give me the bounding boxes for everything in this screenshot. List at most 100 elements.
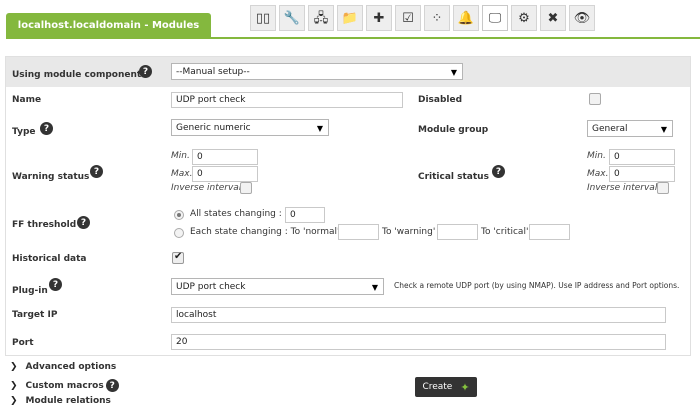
warning-max-label: Max.: [171, 169, 193, 179]
port-label: Port: [12, 338, 34, 348]
shapes-icon: ⁘: [431, 10, 443, 26]
header-divider: [6, 37, 700, 39]
module-group-value: General: [592, 124, 628, 134]
ff-threshold-label: FF threshold: [12, 220, 77, 230]
module-form: Using module component ? --Manual setup-…: [5, 56, 691, 356]
critical-inverse-checkbox[interactable]: [657, 182, 669, 194]
critical-status-label: Critical status: [418, 172, 489, 182]
module-component-label: Using module component: [12, 70, 142, 80]
toolbar-tools-button[interactable]: ✖: [540, 5, 566, 31]
toolbar-bell-button[interactable]: 🔔: [453, 5, 479, 31]
warning-status-label: Warning status: [12, 172, 90, 182]
type-value: Generic numeric: [176, 123, 251, 133]
chevron-down-icon: ▼: [450, 68, 457, 77]
bell-icon: 🔔: [457, 10, 475, 26]
critical-max-label: Max.: [587, 169, 609, 179]
ff-all-states-label: All states changing :: [190, 209, 282, 219]
toolbar-gear-box-button[interactable]: ⚙: [511, 5, 537, 31]
ff-critical-input[interactable]: [529, 224, 570, 240]
type-select[interactable]: Generic numeric ▼: [171, 119, 329, 136]
advanced-options-toggle[interactable]: ❯ Advanced options: [10, 362, 116, 372]
help-icon[interactable]: ?: [139, 65, 152, 78]
toolbar-manage-button[interactable]: ▯▯: [250, 5, 276, 31]
help-icon[interactable]: ?: [90, 165, 103, 178]
ff-to-critical-label: To 'critical': [481, 227, 529, 237]
ff-normal-input[interactable]: [338, 224, 379, 240]
module-relations-toggle[interactable]: ❯ Module relations: [10, 396, 111, 406]
target-ip-input[interactable]: localhost: [171, 307, 666, 323]
wrench-icon: 🔧: [283, 10, 301, 26]
toolbar-eye-button[interactable]: 👁: [569, 5, 595, 31]
warning-min-input[interactable]: 0: [192, 149, 258, 165]
module-relations-label: Module relations: [25, 396, 111, 406]
ff-all-states-input[interactable]: 0: [285, 207, 325, 223]
gear-box-icon: ⚙: [518, 10, 530, 26]
plugin-label: Plug-in: [12, 286, 48, 296]
module-component-value: --Manual setup--: [176, 67, 250, 77]
chevron-right-icon: ❯: [10, 362, 18, 372]
critical-min-input[interactable]: 0: [609, 149, 675, 165]
folder-icon: 📁: [341, 10, 359, 26]
custom-macros-label: Custom macros: [25, 380, 104, 391]
module-group-select[interactable]: General ▼: [587, 120, 673, 137]
tools-icon: ✖: [547, 10, 559, 26]
ff-warning-input[interactable]: [437, 224, 478, 240]
puzzle-icon: ✚: [373, 10, 385, 26]
chevron-down-icon: ▼: [660, 125, 667, 134]
target-ip-label: Target IP: [12, 310, 58, 320]
eye-icon: 👁: [573, 10, 591, 26]
checklist-icon: ☑: [402, 10, 414, 26]
toolbar-checklist-button[interactable]: ☑: [395, 5, 421, 31]
page-title-tab: localhost.localdomain - Modules: [6, 13, 211, 38]
ff-each-state-radio[interactable]: [174, 228, 184, 238]
wand-icon: ✦: [460, 380, 470, 394]
warning-max-input[interactable]: 0: [192, 166, 258, 182]
page-title: localhost.localdomain - Modules: [17, 20, 200, 31]
module-component-select[interactable]: --Manual setup-- ▼: [171, 63, 463, 80]
name-label: Name: [12, 95, 42, 105]
toolbar-folder-button[interactable]: 📁: [337, 5, 363, 31]
disabled-label: Disabled: [418, 95, 463, 105]
critical-max-input[interactable]: 0: [609, 166, 675, 182]
toolbar-network-button[interactable]: 🖧: [308, 5, 334, 31]
chevron-down-icon: ▼: [371, 283, 378, 292]
help-icon[interactable]: ?: [49, 278, 62, 291]
toolbar-monitor-button[interactable]: 🖵: [482, 5, 508, 31]
help-icon[interactable]: ?: [40, 122, 53, 135]
name-input[interactable]: UDP port check: [171, 92, 403, 108]
chevron-right-icon: ❯: [10, 380, 18, 391]
disabled-checkbox[interactable]: [589, 93, 601, 105]
type-label: Type: [12, 127, 36, 137]
historical-data-checkbox[interactable]: [172, 251, 184, 264]
toolbar-wrench-button[interactable]: 🔧: [279, 5, 305, 31]
port-input[interactable]: 20: [171, 334, 666, 350]
custom-macros-toggle[interactable]: ❯ Custom macros ?: [10, 379, 119, 392]
network-icon: 🖧: [313, 10, 329, 26]
critical-inverse-label: Inverse interval: [587, 183, 658, 193]
ff-to-warning-label: To 'warning': [382, 227, 436, 237]
ff-all-states-radio[interactable]: [174, 210, 184, 220]
toolbar-shapes-button[interactable]: ⁘: [424, 5, 450, 31]
historical-data-label: Historical data: [12, 254, 87, 264]
help-icon[interactable]: ?: [77, 216, 90, 229]
create-button[interactable]: Create ✦: [415, 377, 477, 397]
module-group-label: Module group: [418, 125, 489, 135]
warning-inverse-checkbox[interactable]: [240, 182, 252, 194]
warning-inverse-label: Inverse interval: [171, 183, 242, 193]
help-icon[interactable]: ?: [105, 379, 119, 392]
chevron-down-icon: ▼: [316, 124, 323, 133]
advanced-options-label: Advanced options: [25, 362, 117, 372]
manage-icon: ▯▯: [255, 10, 271, 26]
plugin-select[interactable]: UDP port check ▼: [171, 278, 384, 295]
warning-min-label: Min.: [171, 151, 190, 161]
help-icon[interactable]: ?: [492, 165, 505, 178]
chevron-right-icon: ❯: [10, 396, 18, 406]
module-toolbar: ▯▯ 🔧 🖧 📁 ✚ ☑ ⁘ 🔔 🖵 ⚙ ✖ 👁: [250, 5, 595, 31]
critical-min-label: Min.: [587, 151, 606, 161]
monitor-icon: 🖵: [488, 10, 502, 26]
ff-each-state-label: Each state changing : To 'normal': [190, 227, 340, 237]
create-button-label: Create: [422, 382, 453, 392]
plugin-value: UDP port check: [176, 282, 246, 292]
toolbar-puzzle-button[interactable]: ✚: [366, 5, 392, 31]
plugin-description: Check a remote UDP port (by using NMAP).…: [394, 281, 680, 290]
